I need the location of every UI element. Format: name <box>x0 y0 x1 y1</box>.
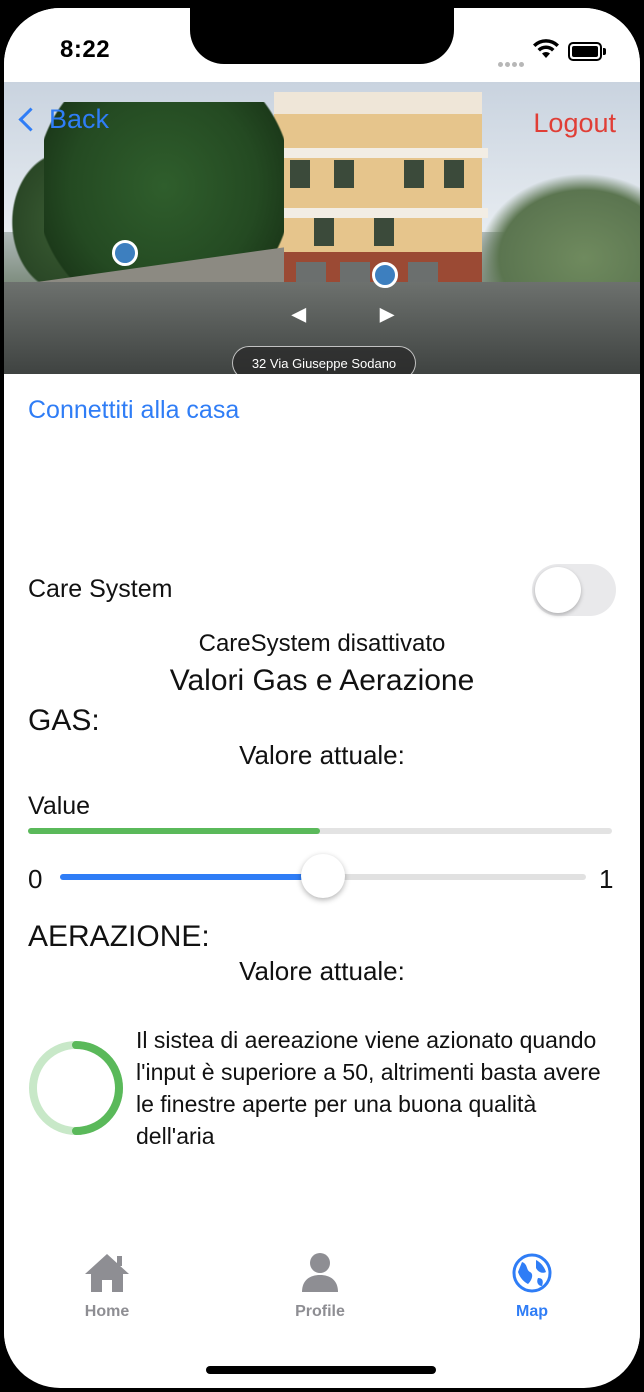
pan-right-icon: ▶ <box>380 304 394 324</box>
back-button[interactable]: Back <box>16 104 109 135</box>
gas-progress-bar <box>28 828 612 834</box>
gas-value-label: Value <box>28 792 91 820</box>
cellular-signal-icon <box>498 54 526 72</box>
logout-button[interactable]: Logout <box>533 108 616 139</box>
tab-map-label: Map <box>516 1303 548 1320</box>
tab-profile-label: Profile <box>295 1303 345 1320</box>
globe-icon <box>512 1253 552 1293</box>
address-label: 32 Via Giuseppe Sodano <box>232 346 416 374</box>
care-system-status: CareSystem disattivato <box>198 630 446 657</box>
status-bar: 8:22 <box>4 8 640 82</box>
slider-max-label: 1 <box>599 864 614 894</box>
shop-pin-icon <box>372 262 398 288</box>
battery-icon <box>568 42 606 61</box>
tab-home-label: Home <box>84 1303 130 1320</box>
home-icon <box>85 1254 129 1292</box>
tab-bar: Home Profile Map <box>4 1252 640 1352</box>
gas-current-label: Valore attuale: <box>239 740 405 770</box>
tab-home[interactable]: Home <box>47 1252 167 1321</box>
aeration-current-label: Valore attuale: <box>239 956 405 986</box>
loading-spinner-icon <box>29 1041 123 1135</box>
aeration-heading: AERAZIONE: <box>28 920 210 953</box>
chevron-left-icon <box>18 107 43 132</box>
notch <box>190 8 454 64</box>
slider-min-label: 0 <box>28 864 43 894</box>
tab-map[interactable]: Map <box>472 1252 592 1321</box>
home-indicator <box>206 1366 436 1374</box>
section-title: Valori Gas e Aerazione <box>169 664 475 697</box>
gas-slider[interactable] <box>60 854 586 898</box>
slider-thumb[interactable] <box>301 854 345 898</box>
tab-profile[interactable]: Profile <box>260 1252 380 1321</box>
person-icon <box>302 1253 338 1292</box>
pan-left-icon: ◀ <box>292 304 306 324</box>
street-pin-icon <box>112 240 138 266</box>
status-time: 8:22 <box>60 36 111 63</box>
care-system-label: Care System <box>28 575 173 603</box>
phone-screen: 8:22 ◀ ▶ 32 Via Giuseppe Sodano Back Log… <box>4 8 640 1388</box>
care-system-toggle[interactable] <box>532 564 616 616</box>
connect-home-link[interactable]: Connettiti alla casa <box>28 396 239 425</box>
back-label: Back <box>49 104 110 134</box>
aeration-info-text: Il sistea di aereazione viene azionato q… <box>136 1027 601 1149</box>
wifi-icon <box>533 39 559 58</box>
gas-heading: GAS: <box>28 704 100 737</box>
